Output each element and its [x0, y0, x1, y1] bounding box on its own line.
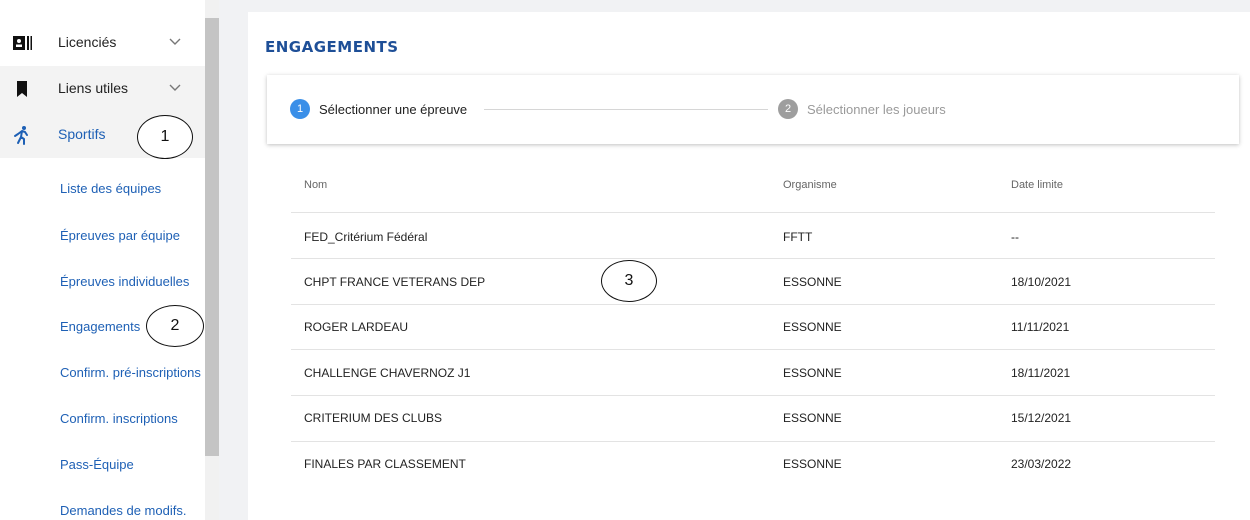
sidebar-item-label: Liens utiles	[58, 80, 129, 96]
table-divider	[291, 349, 1215, 350]
table-divider	[291, 304, 1215, 305]
step-connector	[484, 109, 768, 110]
cell-nom: FED_Critérium Fédéral	[304, 230, 428, 244]
cell-organisme: ESSONNE	[783, 411, 842, 425]
sidebar: Licenciés Liens utiles Sportifs Liste de…	[0, 0, 205, 520]
cell-nom: CHALLENGE CHAVERNOZ J1	[304, 366, 471, 380]
annotation-circle-1: 1	[137, 115, 193, 159]
cell-date-limite: 18/10/2021	[1011, 275, 1072, 289]
cell-nom: FINALES PAR CLASSEMENT	[304, 457, 466, 471]
sidebar-subitem-engagements[interactable]: Engagements	[60, 319, 140, 334]
column-header-nom[interactable]: Nom	[304, 179, 327, 191]
cell-organisme: ESSONNE	[783, 275, 842, 289]
annotation-circle-2: 2	[146, 305, 204, 347]
sidebar-subitem-epreuves-equipe[interactable]: Épreuves par équipe	[60, 228, 180, 243]
stepper: 1 Sélectionner une épreuve 2 Sélectionne…	[267, 75, 1239, 144]
cell-nom: ROGER LARDEAU	[304, 320, 409, 334]
step-1-label[interactable]: Sélectionner une épreuve	[319, 102, 467, 117]
cell-organisme: ESSONNE	[783, 320, 842, 334]
cell-date-limite: 23/03/2022	[1011, 457, 1072, 471]
main-top-strip	[219, 0, 1250, 12]
cell-organisme: FFTT	[783, 230, 813, 244]
id-card-icon	[13, 36, 32, 50]
sidebar-item-licencies[interactable]: Licenciés	[0, 20, 205, 66]
sidebar-subitem-confirm-inscriptions[interactable]: Confirm. inscriptions	[60, 411, 178, 426]
page-title: ENGAGEMENTS	[265, 38, 399, 56]
table-divider	[291, 441, 1215, 442]
cell-organisme: ESSONNE	[783, 457, 842, 471]
sidebar-item-label: Licenciés	[58, 34, 117, 50]
sidebar-item-label: Sportifs	[58, 126, 106, 142]
cell-date-limite: 15/12/2021	[1011, 411, 1072, 425]
cell-nom: CHPT FRANCE VETERANS DEP	[304, 275, 486, 289]
sidebar-subitem-liste-equipes[interactable]: Liste des équipes	[60, 181, 161, 196]
sidebar-subitem-demandes-modifs[interactable]: Demandes de modifs.	[60, 503, 186, 518]
table-divider	[291, 258, 1215, 259]
sidebar-subitem-epreuves-individuelles[interactable]: Épreuves individuelles	[60, 274, 189, 289]
cell-date-limite: 11/11/2021	[1011, 320, 1070, 334]
step-1-indicator[interactable]: 1	[290, 99, 310, 119]
sidebar-subitem-confirm-pre-inscriptions[interactable]: Confirm. pré-inscriptions	[60, 365, 201, 380]
bookmark-icon	[17, 81, 27, 97]
runner-icon	[14, 126, 28, 145]
cell-nom: CRITERIUM DES CLUBS	[304, 411, 443, 425]
step-2-indicator[interactable]: 2	[778, 99, 798, 119]
annotation-circle-3: 3	[601, 260, 657, 302]
table-divider	[291, 212, 1215, 213]
column-header-organisme[interactable]: Organisme	[783, 179, 837, 191]
column-header-date-limite[interactable]: Date limite	[1011, 179, 1063, 191]
step-2-label[interactable]: Sélectionner les joueurs	[807, 102, 946, 117]
sidebar-subitem-pass-equipe[interactable]: Pass-Équipe	[60, 457, 134, 472]
cell-date-limite: --	[1011, 230, 1019, 244]
table-divider	[291, 395, 1215, 396]
chevron-down-icon[interactable]	[168, 80, 182, 94]
sidebar-scrollbar-thumb[interactable]	[205, 18, 219, 456]
chevron-down-icon[interactable]	[168, 34, 182, 48]
cell-organisme: ESSONNE	[783, 366, 842, 380]
cell-date-limite: 18/11/2021	[1011, 366, 1071, 380]
sidebar-item-liens-utiles[interactable]: Liens utiles	[0, 66, 205, 112]
